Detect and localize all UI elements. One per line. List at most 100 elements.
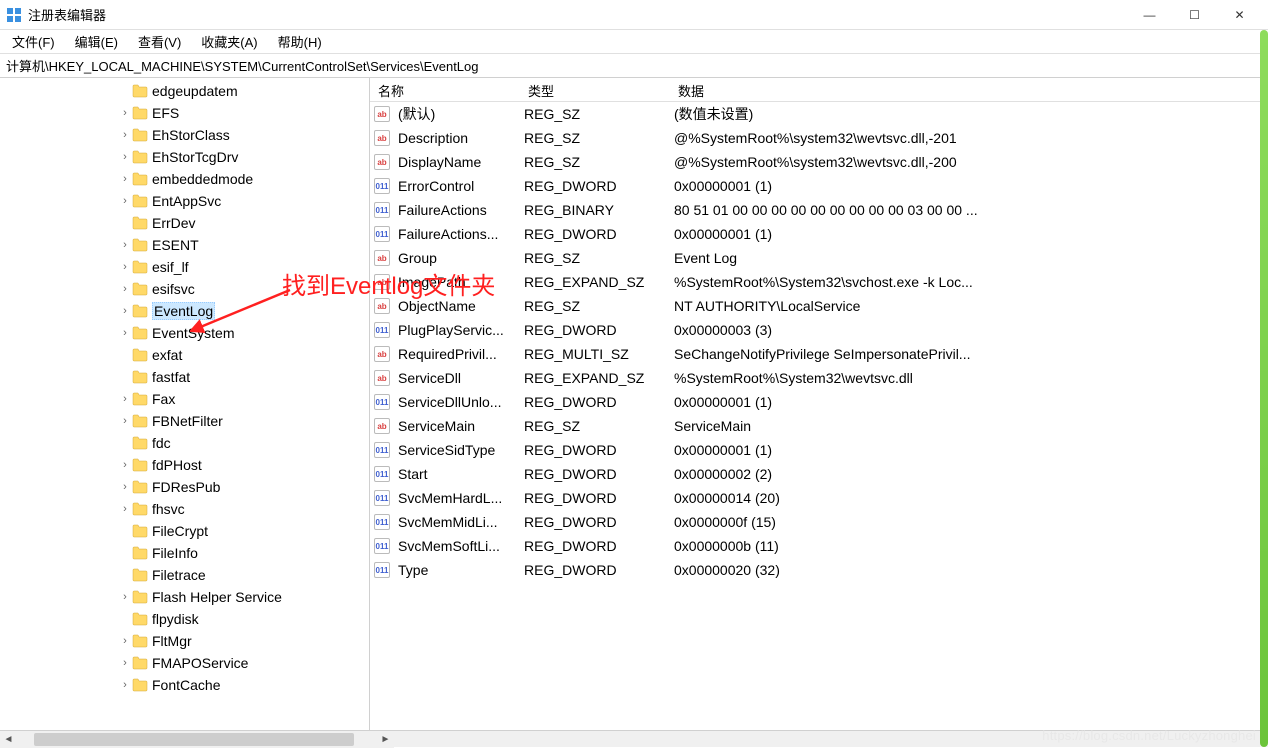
tree-item-exfat[interactable]: ›exfat [0,344,369,366]
folder-icon [132,436,148,450]
tree-expander-icon[interactable]: › [118,151,132,163]
tree-item-eventlog[interactable]: ›EventLog [0,300,369,322]
tree-item-fltmgr[interactable]: ›FltMgr [0,630,369,652]
value-row[interactable]: abServiceMainREG_SZServiceMain [370,414,1268,438]
tree-item-fileinfo[interactable]: ›FileInfo [0,542,369,564]
folder-icon [132,128,148,142]
value-row[interactable]: 011SvcMemHardL...REG_DWORD0x00000014 (20… [370,486,1268,510]
tree-expander-icon[interactable]: › [118,129,132,141]
value-name: ServiceSidType [394,442,520,458]
value-row[interactable]: ab(默认)REG_SZ(数值未设置) [370,102,1268,126]
string-value-icon: ab [374,370,390,386]
tree-item-ehstorclass[interactable]: ›EhStorClass [0,124,369,146]
value-row[interactable]: 011SvcMemMidLi...REG_DWORD0x0000000f (15… [370,510,1268,534]
value-row[interactable]: abGroupREG_SZEvent Log [370,246,1268,270]
tree-expander-icon[interactable]: › [118,261,132,273]
value-row[interactable]: 011ServiceDllUnlo...REG_DWORD0x00000001 … [370,390,1268,414]
value-row[interactable]: abDescriptionREG_SZ@%SystemRoot%\system3… [370,126,1268,150]
tree-expander-icon[interactable]: › [118,657,132,669]
scroll-left-arrow[interactable]: ◄ [0,731,17,748]
menu-file[interactable]: 文件(F) [6,30,61,53]
tree-item-esent[interactable]: ›ESENT [0,234,369,256]
tree-expander-icon[interactable]: › [118,591,132,603]
tree-item-fdrespub[interactable]: ›FDResPub [0,476,369,498]
tree-item-esif-lf[interactable]: ›esif_lf [0,256,369,278]
tree-expander-icon[interactable]: › [118,173,132,185]
value-row[interactable]: 011FailureActionsREG_BINARY80 51 01 00 0… [370,198,1268,222]
tree-item-flpydisk[interactable]: ›flpydisk [0,608,369,630]
value-row[interactable]: 011PlugPlayServic...REG_DWORD0x00000003 … [370,318,1268,342]
folder-icon [132,194,148,208]
value-row[interactable]: abObjectNameREG_SZNT AUTHORITY\LocalServ… [370,294,1268,318]
value-row[interactable]: 011ErrorControlREG_DWORD0x00000001 (1) [370,174,1268,198]
tree-expander-icon[interactable]: › [118,393,132,405]
column-type[interactable]: 类型 [520,78,670,101]
tree-expander-icon[interactable]: › [118,503,132,515]
scroll-track[interactable] [17,731,377,748]
binary-value-icon: 011 [374,490,390,506]
tree-item-fbnetfilter[interactable]: ›FBNetFilter [0,410,369,432]
tree-expander-icon[interactable]: › [118,459,132,471]
scroll-right-arrow[interactable]: ► [377,731,394,748]
scroll-thumb[interactable] [34,733,354,746]
tree-expander-icon[interactable]: › [118,679,132,691]
tree-item-fontcache[interactable]: ›FontCache [0,674,369,696]
tree-item-edgeupdatem[interactable]: ›edgeupdatem [0,80,369,102]
tree-item-efs[interactable]: ›EFS [0,102,369,124]
value-row[interactable]: 011StartREG_DWORD0x00000002 (2) [370,462,1268,486]
tree-expander-icon[interactable]: › [118,195,132,207]
binary-value-icon: 011 [374,226,390,242]
value-row[interactable]: 011SvcMemSoftLi...REG_DWORD0x0000000b (1… [370,534,1268,558]
column-data[interactable]: 数据 [670,78,1268,101]
tree-item-fdc[interactable]: ›fdc [0,432,369,454]
folder-icon [132,172,148,186]
value-row[interactable]: abImagePathREG_EXPAND_SZ%SystemRoot%\Sys… [370,270,1268,294]
tree-item-fmaposervice[interactable]: ›FMAPOService [0,652,369,674]
value-row[interactable]: 011TypeREG_DWORD0x00000020 (32) [370,558,1268,582]
tree-item-entappsvc[interactable]: ›EntAppSvc [0,190,369,212]
value-type: REG_DWORD [520,394,670,410]
tree-item-flash-helper-service[interactable]: ›Flash Helper Service [0,586,369,608]
value-row[interactable]: abDisplayNameREG_SZ@%SystemRoot%\system3… [370,150,1268,174]
tree-expander-icon[interactable]: › [118,635,132,647]
column-name[interactable]: 名称 [370,78,520,101]
tree-expander-icon[interactable]: › [118,481,132,493]
tree-scroll[interactable]: ›edgeupdatem›EFS›EhStorClass›EhStorTcgDr… [0,78,369,730]
value-name: SvcMemHardL... [394,490,520,506]
value-row[interactable]: 011FailureActions...REG_DWORD0x00000001 … [370,222,1268,246]
tree-item-fax[interactable]: ›Fax [0,388,369,410]
window-title: 注册表编辑器 [28,5,1127,24]
tree-item-filetrace[interactable]: ›Filetrace [0,564,369,586]
tree-expander-icon[interactable]: › [118,239,132,251]
menu-view[interactable]: 查看(V) [132,30,187,53]
tree-item-fdphost[interactable]: ›fdPHost [0,454,369,476]
close-button[interactable]: ✕ [1217,1,1262,29]
horizontal-scrollbar[interactable]: ◄ ► [0,730,1268,747]
tree-item-fastfat[interactable]: ›fastfat [0,366,369,388]
address-bar[interactable]: 计算机\HKEY_LOCAL_MACHINE\SYSTEM\CurrentCon… [0,54,1268,78]
menu-favorites[interactable]: 收藏夹(A) [195,30,263,53]
tree-item-embeddedmode[interactable]: ›embeddedmode [0,168,369,190]
tree-item-ehstortcgdrv[interactable]: ›EhStorTcgDrv [0,146,369,168]
tree-expander-icon[interactable]: › [118,305,132,317]
tree-item-eventsystem[interactable]: ›EventSystem [0,322,369,344]
tree-item-filecrypt[interactable]: ›FileCrypt [0,520,369,542]
menu-help[interactable]: 帮助(H) [272,30,328,53]
value-name: ObjectName [394,298,520,314]
maximize-button[interactable]: ☐ [1172,1,1217,29]
value-row[interactable]: abServiceDllREG_EXPAND_SZ%SystemRoot%\Sy… [370,366,1268,390]
value-row[interactable]: 011ServiceSidTypeREG_DWORD0x00000001 (1) [370,438,1268,462]
tree-item-esifsvc[interactable]: ›esifsvc [0,278,369,300]
tree-expander-icon[interactable]: › [118,327,132,339]
menu-edit[interactable]: 编辑(E) [69,30,124,53]
tree-expander-icon[interactable]: › [118,415,132,427]
tree-expander-icon[interactable]: › [118,283,132,295]
tree-item-errdev[interactable]: ›ErrDev [0,212,369,234]
value-row[interactable]: abRequiredPrivil...REG_MULTI_SZSeChangeN… [370,342,1268,366]
tree-expander-icon[interactable]: › [118,107,132,119]
minimize-button[interactable]: — [1127,1,1172,29]
list-body[interactable]: ab(默认)REG_SZ(数值未设置)abDescriptionREG_SZ@%… [370,102,1268,730]
tree-item-fhsvc[interactable]: ›fhsvc [0,498,369,520]
value-name: PlugPlayServic... [394,322,520,338]
tree-item-label: FileCrypt [152,523,208,539]
